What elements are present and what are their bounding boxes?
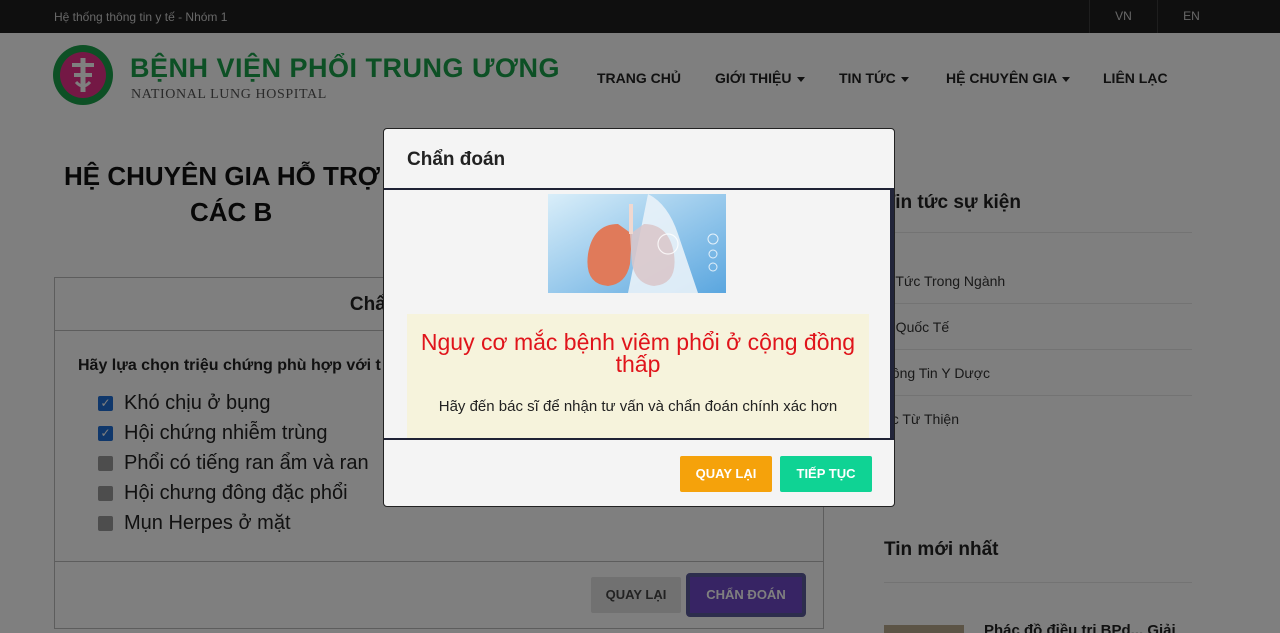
lung-illustration-image [548,194,726,293]
modal-continue-button[interactable]: TIẾP TỤC [780,456,872,492]
result-title: Nguy cơ mắc bệnh viêm phổi ở cộng đồng t… [420,329,856,377]
modal-title: Chẩn đoán [407,149,506,170]
modal-header: Chẩn đoán [384,129,894,190]
result-box: Nguy cơ mắc bệnh viêm phổi ở cộng đồng t… [407,314,869,438]
result-subtitle: Hãy đến bác sĩ để nhận tư vấn và chẩn đo… [438,398,838,415]
modal-body: Nguy cơ mắc bệnh viêm phổi ở cộng đồng t… [384,190,894,438]
modal-back-button[interactable]: QUAY LẠI [680,456,772,492]
modal-footer: QUAY LẠI TIẾP TỤC [384,438,894,506]
diagnosis-result-modal: Chẩn đoán Nguy cơ mắc bệnh viêm phổi ở c… [383,128,895,507]
modal-scrollbar[interactable] [890,190,894,438]
